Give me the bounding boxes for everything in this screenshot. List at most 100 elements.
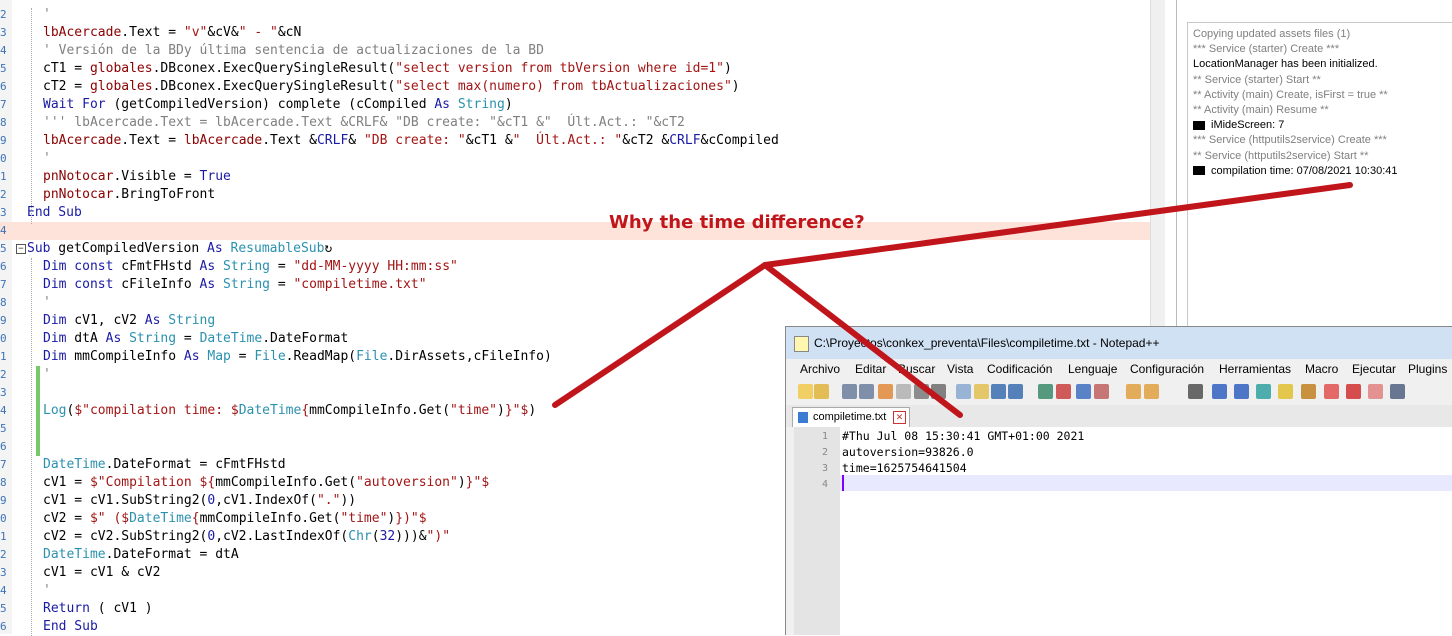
code-text: lbAcercade.Text = lbAcercade.Text &CRLF&… xyxy=(43,133,779,148)
log-entry: ** Service (starter) Start ** xyxy=(1193,73,1321,86)
line-number: 4 xyxy=(0,44,7,57)
toolbar-button-icon[interactable] xyxy=(991,384,1006,399)
notepad-tab-bar: compiletime.txt ✕ xyxy=(786,405,1452,427)
log-entry: LocationManager has been initialized. xyxy=(1193,58,1378,71)
line-number: 4 xyxy=(0,404,7,417)
menu-item[interactable]: Configuración xyxy=(1130,362,1204,376)
code-text: cT1 = globales.DBconex.ExecQuerySingleRe… xyxy=(43,61,732,76)
menu-item[interactable]: Lenguaje xyxy=(1068,362,1117,376)
code-line: 4 xyxy=(0,222,1150,240)
code-text: cT2 = globales.DBconex.ExecQuerySingleRe… xyxy=(43,79,740,94)
code-text: End Sub xyxy=(27,205,82,220)
toolbar-button-icon[interactable] xyxy=(1278,384,1293,399)
modified-line-marker xyxy=(36,420,40,438)
line-number: 1 xyxy=(0,530,7,543)
code-text: ''' lbAcercade.Text = lbAcercade.Text &C… xyxy=(43,115,685,130)
code-text: cV2 = cV2.SubString2(0,cV2.LastIndexOf(C… xyxy=(43,529,451,544)
menu-item[interactable]: Ejecutar xyxy=(1352,362,1396,376)
toolbar-button-icon[interactable] xyxy=(1188,384,1203,399)
notepad-window[interactable]: C:\Proyectos\conkex_preventa\Files\compi… xyxy=(785,326,1452,635)
line-number: 2 xyxy=(0,188,7,201)
menu-item[interactable]: Codificación xyxy=(987,362,1052,376)
toolbar-button-icon[interactable] xyxy=(1038,384,1053,399)
menu-item[interactable]: Plugins xyxy=(1408,362,1447,376)
notepad-line: time=1625754641504 xyxy=(842,461,967,475)
notepad-line-number: 3 xyxy=(821,463,828,474)
toolbar-button-icon[interactable] xyxy=(1094,384,1109,399)
notepad-text-area[interactable]: #Thu Jul 08 15:30:41 GMT+01:00 2021 autov… xyxy=(840,427,1452,635)
line-number: 0 xyxy=(0,512,7,525)
notepad-title: C:\Proyectos\conkex_preventa\Files\compi… xyxy=(814,336,1160,350)
code-text: Sub getCompiledVersion As ResumableSub↻ xyxy=(27,241,333,256)
line-number: 6 xyxy=(0,620,7,633)
code-line: 3 lbAcercade.Text = "v"&cV&" - "&cN xyxy=(0,24,1150,42)
line-number: 3 xyxy=(0,26,7,39)
menu-item[interactable]: Herramientas xyxy=(1219,362,1291,376)
toolbar-button-icon[interactable] xyxy=(956,384,971,399)
toolbar-button-icon[interactable] xyxy=(1212,384,1227,399)
toolbar-button-icon[interactable] xyxy=(1368,384,1383,399)
code-text: ' xyxy=(43,583,51,598)
notepad-line-number: 2 xyxy=(821,447,828,458)
line-number: 7 xyxy=(0,278,7,291)
log-entry: compilation time: 07/08/2021 10:30:41 xyxy=(1193,164,1398,179)
code-text: ' xyxy=(43,367,51,382)
code-text: ' Versión de la BDy última sentencia de … xyxy=(43,43,544,58)
toolbar-button-icon[interactable] xyxy=(931,384,946,399)
toolbar-button-icon[interactable] xyxy=(914,384,929,399)
toolbar-button-icon[interactable] xyxy=(1256,384,1271,399)
toolbar-button-icon[interactable] xyxy=(1076,384,1091,399)
tab-compiletime[interactable]: compiletime.txt ✕ xyxy=(792,407,910,427)
menu-item[interactable]: Editar xyxy=(855,362,886,376)
code-text: pnNotocar.BringToFront xyxy=(43,187,216,202)
line-number: 2 xyxy=(0,548,7,561)
toolbar-button-icon[interactable] xyxy=(814,384,829,399)
tab-label: compiletime.txt xyxy=(813,411,887,423)
line-number: 3 xyxy=(0,206,7,219)
log-entry: *** Service (httputils2service) Create *… xyxy=(1193,134,1387,147)
line-number: 7 xyxy=(0,98,7,111)
menu-item[interactable]: Archivo xyxy=(800,362,840,376)
modified-line-marker xyxy=(36,366,40,384)
toolbar-button-icon[interactable] xyxy=(896,384,911,399)
fold-toggle-icon[interactable]: − xyxy=(16,244,26,254)
toolbar-button-icon[interactable] xyxy=(1301,384,1316,399)
toolbar-button-icon[interactable] xyxy=(1324,384,1339,399)
toolbar-button-icon[interactable] xyxy=(859,384,874,399)
line-number: 0 xyxy=(0,152,7,165)
notepad-line-number: 4 xyxy=(821,479,828,490)
notepad-line-number: 1 xyxy=(821,431,828,442)
toolbar-button-icon[interactable] xyxy=(1234,384,1249,399)
toolbar-button-icon[interactable] xyxy=(1390,384,1405,399)
notepad-toolbar xyxy=(786,379,1452,406)
toolbar-button-icon[interactable] xyxy=(1346,384,1361,399)
code-line: 2 pnNotocar.BringToFront xyxy=(0,186,1150,204)
line-number: 5 xyxy=(0,62,7,75)
toolbar-button-icon[interactable] xyxy=(1144,384,1159,399)
line-number: 4 xyxy=(0,584,7,597)
notepad-title-bar[interactable]: C:\Proyectos\conkex_preventa\Files\compi… xyxy=(786,327,1452,359)
line-number: 3 xyxy=(0,386,7,399)
editor-scrollbar[interactable] xyxy=(1150,0,1165,330)
toolbar-button-icon[interactable] xyxy=(974,384,989,399)
code-text: DateTime.DateFormat = cFmtFHstd xyxy=(43,457,286,472)
toolbar-button-icon[interactable] xyxy=(1126,384,1141,399)
menu-item[interactable]: Buscar xyxy=(898,362,935,376)
toolbar-button-icon[interactable] xyxy=(1008,384,1023,399)
menu-item[interactable]: Vista xyxy=(947,362,973,376)
log-entry: *** Service (starter) Create *** xyxy=(1193,43,1340,56)
toolbar-button-icon[interactable] xyxy=(1056,384,1071,399)
code-text: End Sub xyxy=(43,619,98,634)
toolbar-button-icon[interactable] xyxy=(798,384,813,399)
code-line: 9 lbAcercade.Text = lbAcercade.Text &CRLF… xyxy=(0,132,1150,150)
modified-line-marker xyxy=(36,438,40,456)
close-icon[interactable]: ✕ xyxy=(893,411,906,424)
line-number: 4 xyxy=(0,224,7,237)
menu-item[interactable]: Macro xyxy=(1305,362,1338,376)
toolbar-button-icon[interactable] xyxy=(878,384,893,399)
toolbar-button-icon[interactable] xyxy=(842,384,857,399)
line-number: 9 xyxy=(0,494,7,507)
line-number: 8 xyxy=(0,116,7,129)
log-entry: ** Activity (main) Resume ** xyxy=(1193,104,1329,116)
line-number: 1 xyxy=(0,350,7,363)
